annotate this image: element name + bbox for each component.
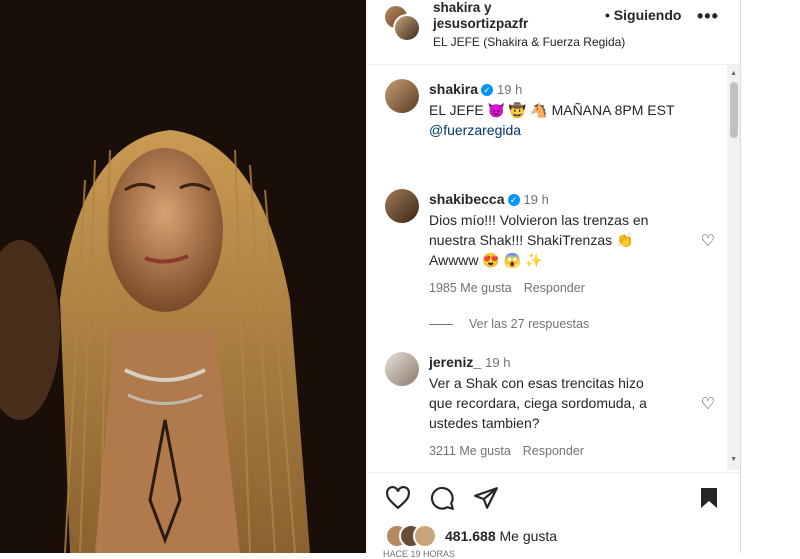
heart-icon[interactable] — [385, 485, 411, 518]
post-time-ago[interactable]: HACE 19 HORAS — [383, 549, 455, 559]
view-replies[interactable]: Ver las 27 respuestas — [429, 317, 589, 331]
reply-button[interactable]: Responder — [524, 281, 585, 295]
caption-text: EL JEFE 😈 🤠 🐴 MAÑANA 8PM EST — [429, 102, 675, 118]
post-side-panel: shakira y jesusortizpazfr • Siguiendo ••… — [366, 0, 741, 559]
comment-username[interactable]: jereniz_ — [429, 354, 481, 370]
comment-text-line: que recordara, ciega sordomuda, a — [429, 395, 647, 411]
comment-text-line: ustedes tambien? — [429, 415, 540, 431]
avatar[interactable] — [385, 189, 419, 223]
likes-count[interactable]: 481.688 — [445, 528, 496, 544]
like-comment-heart-icon[interactable]: ♡ — [701, 394, 715, 414]
verified-icon: ✓ — [507, 194, 520, 207]
comment-text-line: Dios mío!!! Volvieron las trenzas en — [429, 212, 649, 228]
comment-text-line: Ver a Shak con esas trencitas hizo — [429, 375, 644, 391]
comment-time[interactable]: 19 h — [524, 192, 549, 207]
avatar[interactable] — [413, 524, 437, 548]
author-line-2[interactable]: jesusortizpazfr — [433, 16, 528, 32]
verified-icon: ✓ — [481, 84, 494, 97]
page-background — [740, 0, 800, 553]
comment-time[interactable]: 19 h — [485, 355, 510, 370]
comment-icon[interactable] — [429, 485, 455, 518]
avatar[interactable] — [385, 352, 419, 386]
mention-link[interactable]: @fuerzaregida — [429, 120, 699, 140]
caption-username[interactable]: shakira — [429, 81, 478, 97]
reply-button[interactable]: Responder — [523, 444, 584, 458]
author-line-1[interactable]: shakira y — [433, 0, 528, 16]
post-image[interactable] — [0, 0, 366, 553]
comment-username[interactable]: shakibecca — [429, 191, 505, 207]
post-authors[interactable]: shakira y jesusortizpazfr — [433, 0, 528, 32]
share-icon[interactable] — [473, 485, 499, 518]
likes-label: Me gusta — [499, 528, 558, 544]
caption-time[interactable]: 19 h — [497, 82, 522, 97]
comments-list[interactable]: shakira ✓ 19 h EL JEFE 😈 🤠 🐴 MAÑANA 8PM ES… — [367, 65, 741, 470]
comment-likes[interactable]: 3211 Me gusta — [429, 444, 511, 458]
comment-text-line: Awwww 😍 😱 ✨ — [429, 252, 543, 268]
post-photo-art — [0, 0, 366, 553]
avatar[interactable] — [385, 79, 419, 113]
view-replies-label[interactable]: Ver las 27 respuestas — [469, 317, 589, 331]
following-button[interactable]: • Siguiendo — [605, 7, 681, 23]
likes-summary[interactable]: 481.688 Me gusta — [445, 528, 557, 544]
post-header: shakira y jesusortizpazfr • Siguiendo ••… — [367, 0, 741, 65]
scroll-down-icon[interactable]: ▼ — [730, 456, 737, 463]
scrollbar-thumb[interactable] — [730, 82, 738, 138]
more-options-icon[interactable]: ••• — [697, 6, 719, 27]
replies-divider — [429, 324, 453, 326]
avatar[interactable] — [393, 14, 421, 42]
comment-likes[interactable]: 1985 Me gusta — [429, 281, 512, 295]
action-bar: 481.688 Me gusta HACE 19 HORAS — [367, 472, 741, 559]
like-comment-heart-icon[interactable]: ♡ — [701, 231, 715, 251]
scroll-up-icon[interactable]: ▲ — [730, 70, 737, 77]
comment-text-line: nuestra Shak!!! ShakiTrenzas 👏 — [429, 232, 634, 248]
bookmark-icon[interactable] — [697, 485, 721, 518]
audio-title[interactable]: EL JEFE (Shakira & Fuerza Regida) — [433, 35, 625, 49]
